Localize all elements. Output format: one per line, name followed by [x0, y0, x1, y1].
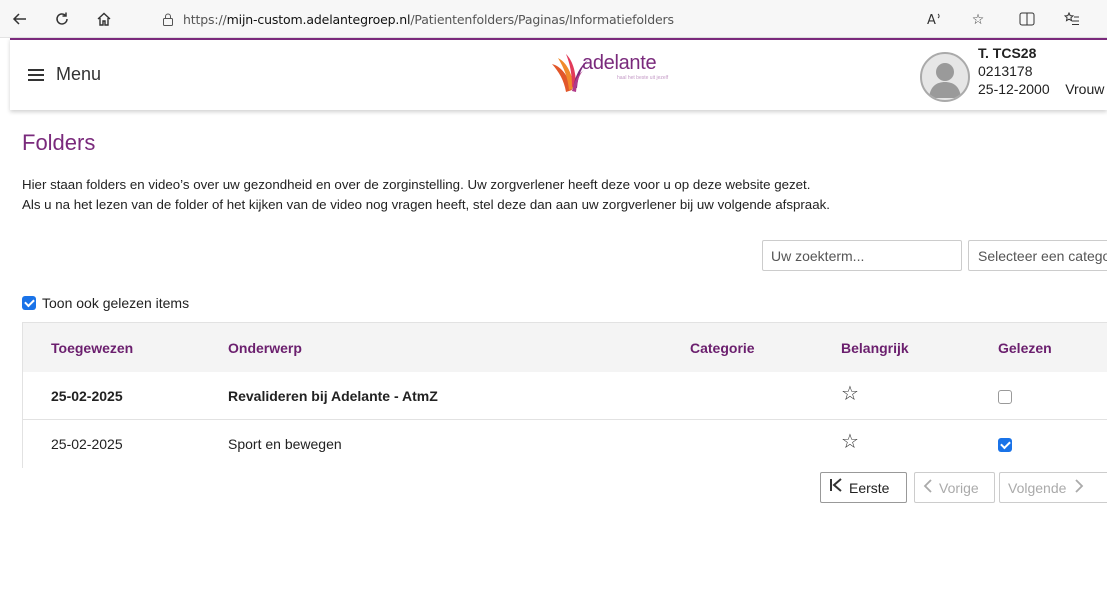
- show-read-toggle[interactable]: Toon ook gelezen items: [22, 295, 189, 311]
- page-title: Folders: [22, 130, 96, 155]
- first-page-button[interactable]: Eerste: [820, 472, 907, 503]
- app-header: Menu adelante haal het beste uit jezelf …: [10, 38, 1107, 110]
- split-screen-icon[interactable]: [1015, 8, 1039, 30]
- table-row[interactable]: 25-02-2025 Sport en bewegen ☆: [23, 420, 1107, 468]
- logo-tagline: haal het beste uit jezelf: [617, 75, 669, 81]
- url-text: https://mijn-custom.adelantegroep.nl/Pat…: [183, 11, 674, 27]
- patient-info: T. TCS28 0213178 25-12-2000 Vrouw: [978, 44, 1104, 98]
- more-options-icon[interactable]: ⋮: [1096, 8, 1107, 30]
- browser-toolbar: https://mijn-custom.adelantegroep.nl/Pat…: [0, 0, 1107, 38]
- reload-icon[interactable]: [50, 7, 74, 31]
- chevron-left-icon: [923, 479, 933, 496]
- column-header-belangrijk[interactable]: Belangrijk: [841, 340, 909, 356]
- lock-icon[interactable]: [153, 13, 183, 26]
- read-checkbox[interactable]: [998, 390, 1012, 404]
- read-aloud-icon[interactable]: A: [923, 8, 947, 30]
- user-silhouette-icon: [929, 63, 961, 98]
- column-header-categorie[interactable]: Categorie: [690, 340, 755, 356]
- category-select[interactable]: Selecteer een categorie: [968, 240, 1107, 271]
- folders-table: Toegewezen Onderwerp Categorie Belangrij…: [22, 322, 1107, 468]
- home-icon[interactable]: [92, 7, 116, 31]
- row-subject-link[interactable]: Sport en bewegen: [228, 436, 342, 452]
- show-read-label: Toon ook gelezen items: [42, 295, 190, 311]
- row-subject-link[interactable]: Revalideren bij Adelante - AtmZ: [228, 388, 438, 404]
- star-outline-icon[interactable]: ☆: [841, 384, 859, 404]
- next-page-label: Volgende: [1008, 479, 1067, 496]
- menu-label: Menu: [56, 64, 102, 84]
- patient-gender: Vrouw: [1065, 81, 1105, 97]
- first-page-label: Eerste: [849, 479, 890, 496]
- next-page-button[interactable]: Volgende: [999, 472, 1107, 503]
- avatar[interactable]: [920, 52, 970, 102]
- patient-id: 0213178: [978, 63, 1033, 79]
- previous-page-button[interactable]: Vorige: [914, 472, 995, 503]
- intro-text: Hier staan folders en video’s over uw ge…: [22, 175, 830, 215]
- row-assigned-date: 25-02-2025: [51, 388, 123, 404]
- column-header-onderwerp[interactable]: Onderwerp: [228, 340, 302, 356]
- star-outline-icon[interactable]: ☆: [841, 432, 859, 452]
- patient-birth-gender: 25-12-2000 Vrouw: [978, 80, 1104, 98]
- search-input[interactable]: [762, 240, 962, 271]
- show-read-checkbox[interactable]: [22, 296, 36, 310]
- back-arrow-icon[interactable]: [8, 7, 32, 31]
- table-header: Toegewezen Onderwerp Categorie Belangrij…: [23, 323, 1107, 372]
- table-row[interactable]: 25-02-2025 Revalideren bij Adelante - At…: [23, 372, 1107, 420]
- column-header-toegewezen[interactable]: Toegewezen: [51, 340, 133, 356]
- intro-line-2: Als u na het lezen van de folder of het …: [22, 197, 830, 212]
- row-assigned-date: 25-02-2025: [51, 436, 123, 452]
- first-page-icon: [829, 478, 843, 497]
- patient-name: T. TCS28: [978, 45, 1037, 61]
- hamburger-icon: [28, 68, 44, 81]
- previous-page-label: Vorige: [939, 479, 979, 496]
- favorites-list-icon[interactable]: [1060, 8, 1084, 30]
- address-bar[interactable]: https://mijn-custom.adelantegroep.nl/Pat…: [135, 5, 910, 33]
- read-checkbox[interactable]: [998, 438, 1012, 452]
- column-header-gelezen[interactable]: Gelezen: [998, 340, 1052, 356]
- chevron-right-icon: [1074, 479, 1084, 496]
- intro-line-1: Hier staan folders en video’s over uw ge…: [22, 177, 811, 192]
- adelante-logo[interactable]: adelante haal het beste uit jezelf: [550, 48, 700, 100]
- menu-button[interactable]: Menu: [28, 64, 101, 85]
- logo-text: adelante: [582, 52, 657, 74]
- patient-birthdate: 25-12-2000: [978, 81, 1050, 97]
- svg-text:A: A: [927, 13, 936, 26]
- favorite-star-icon[interactable]: ☆: [966, 8, 990, 30]
